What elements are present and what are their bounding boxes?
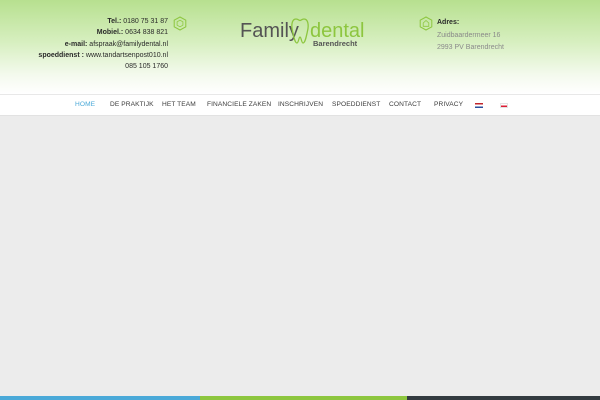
main-content-area	[0, 117, 600, 397]
logo-word-family: Family	[240, 20, 299, 42]
polish-flag-icon[interactable]	[500, 103, 508, 108]
nav-item-privacy[interactable]: PRIVACY	[434, 101, 463, 108]
address-city: 2993 PV Barendrecht	[437, 44, 504, 51]
email-line: e-mail: afspraak@familydental.nl	[20, 39, 168, 50]
emergency-phone[interactable]: 085 105 1760	[20, 61, 168, 72]
family-dental-logo[interactable]: Family dental Barendrecht	[240, 15, 368, 49]
contact-info: Tel.: 0180 75 31 87 Mobiel.: 0634 838 82…	[20, 16, 168, 72]
hexagon-home-icon	[419, 16, 433, 31]
nav-item-inschrijven[interactable]: INSCHRIJVEN	[278, 101, 323, 108]
emergency-link[interactable]: www.tandartsenpost010.nl	[86, 52, 168, 59]
dutch-flag-icon[interactable]	[475, 103, 483, 108]
main-navigation: HOME DE PRAKTIJK HET TEAM FINANCIELE ZAK…	[0, 94, 600, 116]
mobile-label: Mobiel.:	[96, 29, 124, 37]
address-title: Adres:	[437, 19, 460, 26]
nav-item-home[interactable]: HOME	[75, 101, 95, 108]
phone-line: Tel.: 0180 75 31 87	[20, 16, 168, 27]
footer-bar-dark	[407, 396, 600, 400]
logo-subtitle: Barendrecht	[313, 39, 358, 48]
mobile-number[interactable]: 0634 838 821	[125, 29, 168, 36]
address-info: Adres: Zuidbaardermeer 16 2993 PV Barend…	[437, 17, 587, 55]
nav-item-de-praktijk[interactable]: DE PRAKTIJK	[110, 101, 154, 108]
footer-bar-green	[200, 396, 407, 400]
top-header: Tel.: 0180 75 31 87 Mobiel.: 0634 838 82…	[0, 0, 600, 94]
email-label: e-mail:	[64, 40, 88, 48]
phone-number[interactable]: 0180 75 31 87	[123, 18, 168, 25]
email-link[interactable]: afspraak@familydental.nl	[89, 41, 168, 48]
nav-item-het-team[interactable]: HET TEAM	[162, 101, 196, 108]
address-street: Zuidbaardermeer 16	[437, 31, 501, 39]
nav-item-contact[interactable]: CONTACT	[389, 101, 421, 108]
footer-bar-blue	[0, 396, 200, 400]
nav-item-financiele-zaken[interactable]: FINANCIELE ZAKEN	[207, 101, 271, 108]
emergency-line: spoeddienst : www.tandartsenpost010.nl	[20, 50, 168, 61]
footer-color-bar	[0, 396, 600, 400]
emergency-label: spoeddienst :	[38, 51, 84, 59]
hexagon-phone-icon	[173, 16, 187, 31]
nav-item-spoeddienst[interactable]: SPOEDDIENST	[332, 101, 380, 108]
phone-label: Tel.:	[107, 18, 122, 25]
mobile-line: Mobiel.: 0634 838 821	[20, 27, 168, 38]
